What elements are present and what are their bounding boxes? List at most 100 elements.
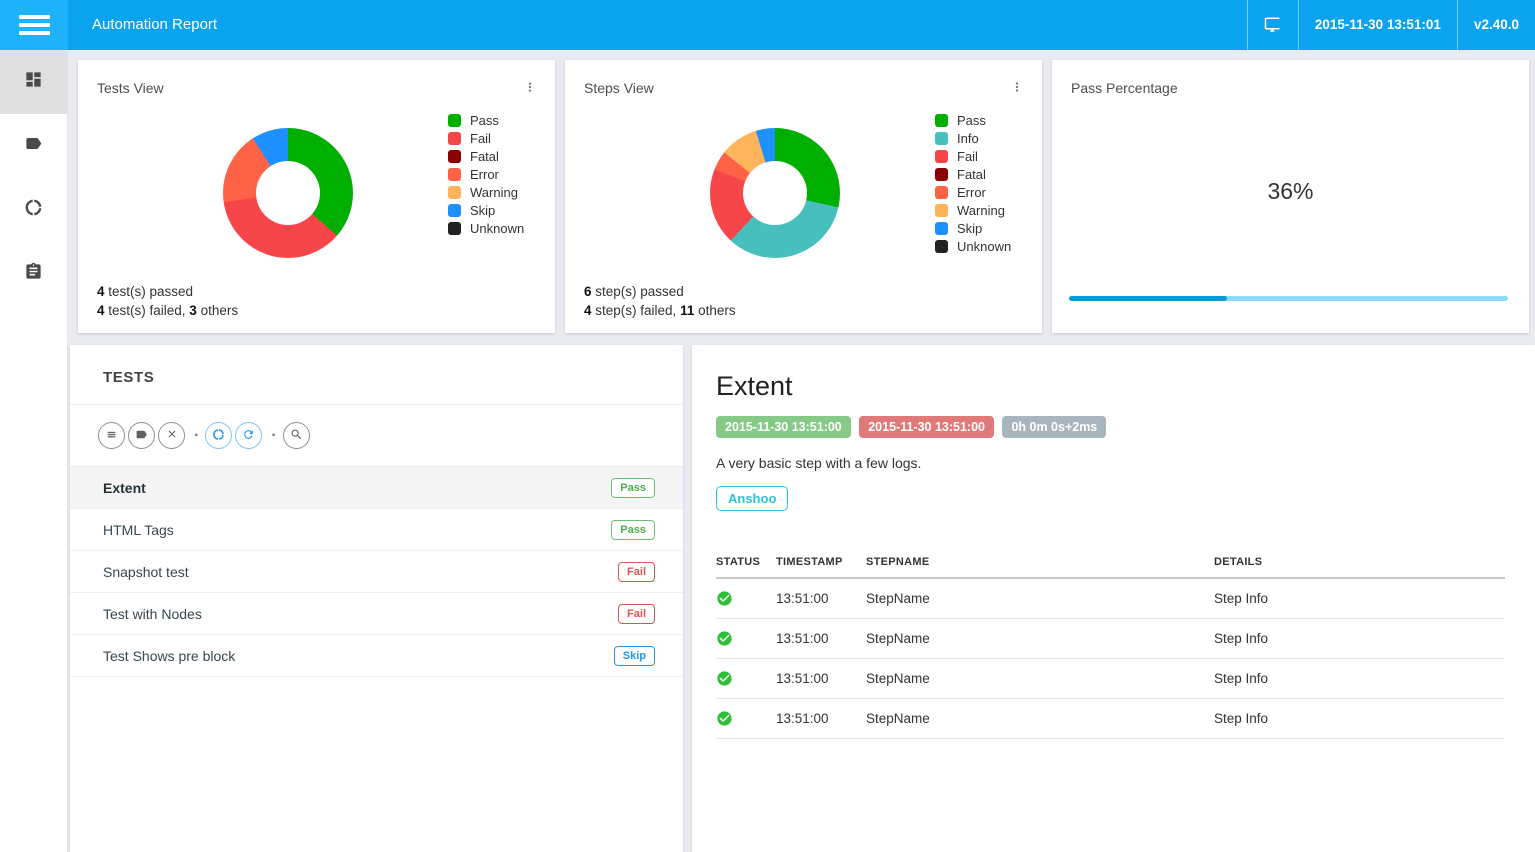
log-stepname: StepName: [866, 619, 1214, 659]
log-timestamp: 13:51:00: [776, 699, 866, 739]
legend-item: Fatal: [448, 147, 524, 165]
tests-panel-header: TESTS: [103, 369, 154, 386]
sidebar-item-categories[interactable]: [0, 114, 67, 178]
duration-badge: 0h 0m 0s+2ms: [1002, 416, 1106, 438]
refresh-button[interactable]: [235, 422, 262, 449]
log-table-row: 13:51:00StepNameStep Info: [716, 659, 1505, 699]
legend-label: Info: [957, 131, 979, 146]
legend-label: Error: [957, 185, 986, 200]
check-circle-icon: [716, 630, 733, 647]
clipboard-icon: [24, 262, 43, 286]
log-timestamp: 13:51:00: [776, 578, 866, 619]
legend-label: Pass: [470, 113, 499, 128]
log-timestamp: 13:51:00: [776, 659, 866, 699]
steps-log-table: STATUSTIMESTAMPSTEPNAMEDETAILS 13:51:00S…: [716, 548, 1505, 739]
clear-filter-button[interactable]: [158, 422, 185, 449]
search-icon: [290, 428, 303, 444]
sidebar-item-charts[interactable]: [0, 178, 67, 242]
table-header-status: STATUS: [716, 548, 776, 578]
legend-item: Fatal: [935, 165, 1011, 183]
legend-item: Skip: [935, 219, 1011, 237]
dashboard-cards-row: Tests View PassFailFatalErrorWarningSkip…: [78, 60, 1529, 333]
pass-percentage-fill: [1069, 296, 1227, 301]
legend-item: Error: [935, 183, 1011, 201]
tests-donut-chart: [223, 128, 353, 258]
legend-item: Unknown: [448, 219, 524, 237]
app-title: Automation Report: [92, 0, 217, 50]
tests-panel: TESTS · · ExtentPassHTML TagsPa: [70, 345, 683, 852]
filter-icon: [105, 428, 118, 444]
report-timestamp: 2015-11-30 13:51:01: [1298, 0, 1457, 50]
legend-swatch: [935, 168, 948, 181]
sidebar-item-tests[interactable]: [0, 242, 67, 306]
log-stepname: StepName: [866, 699, 1214, 739]
log-table-row: 13:51:00StepNameStep Info: [716, 578, 1505, 619]
log-table-row: 13:51:00StepNameStep Info: [716, 699, 1505, 739]
sidebar-item-dashboard[interactable]: [0, 50, 67, 114]
legend-item: Warning: [448, 183, 524, 201]
legend-item: Error: [448, 165, 524, 183]
log-timestamp: 13:51:00: [776, 619, 866, 659]
legend-swatch: [448, 132, 461, 145]
legend-swatch: [448, 168, 461, 181]
log-details: Step Info: [1214, 578, 1505, 619]
test-status-badge: Skip: [614, 646, 655, 666]
legend-label: Skip: [957, 221, 982, 236]
clear-icon: [166, 428, 178, 443]
legend-item: Pass: [935, 111, 1011, 129]
legend-swatch: [935, 132, 948, 145]
menu-button[interactable]: [0, 0, 68, 50]
app-bar: Automation Report 2015-11-30 13:51:01 v2…: [0, 0, 1535, 50]
log-details: Step Info: [1214, 699, 1505, 739]
kebab-menu-icon[interactable]: [519, 80, 541, 99]
steps-summary: 6 step(s) passed 4 step(s) failed, 11 ot…: [584, 282, 736, 320]
tests-toolbar: · ·: [70, 405, 683, 467]
display-mode-button[interactable]: [1247, 0, 1298, 50]
test-list: Extent Pass HTML Tags Pass Snapshot testFail…: [70, 467, 683, 677]
tests-view-title: Tests View: [97, 80, 164, 96]
test-status-badge: Pass: [611, 520, 655, 540]
test-list-item[interactable]: Extent Pass: [70, 467, 683, 509]
log-stepname: StepName: [866, 659, 1214, 699]
steps-view-title: Steps View: [584, 80, 654, 96]
test-name: Test with Nodes: [103, 606, 202, 622]
tests-legend: PassFailFatalError Warning SkipUnknown: [448, 111, 524, 237]
check-circle-icon: [716, 670, 733, 687]
legend-swatch: [935, 204, 948, 217]
check-circle-icon: [716, 710, 733, 727]
test-status-badge: Pass: [611, 478, 655, 498]
legend-swatch: [935, 186, 948, 199]
log-details: Step Info: [1214, 619, 1505, 659]
legend-label: Skip: [470, 203, 495, 218]
test-name: Extent: [103, 480, 146, 496]
legend-item: Unknown: [935, 237, 1011, 255]
category-filter-button[interactable]: [128, 422, 155, 449]
log-table-row: 13:51:00StepNameStep Info: [716, 619, 1505, 659]
test-name: HTML Tags: [103, 522, 174, 538]
test-list-item[interactable]: Snapshot testFail: [70, 551, 683, 593]
test-list-item[interactable]: Test Shows pre block Skip: [70, 635, 683, 677]
refresh-icon: [242, 428, 255, 444]
tests-view-card: Tests View PassFailFatalError Warning Skip…: [78, 60, 555, 333]
kebab-menu-icon[interactable]: [1006, 80, 1028, 99]
dashboard-toggle-icon: [212, 428, 225, 444]
test-list-item[interactable]: HTML Tags Pass: [70, 509, 683, 551]
filter-button[interactable]: [98, 422, 125, 449]
dashboard-toggle-button[interactable]: [205, 422, 232, 449]
table-header-stepname: STEPNAME: [866, 548, 1214, 578]
legend-swatch: [448, 222, 461, 235]
legend-label: Warning: [470, 185, 518, 200]
test-name: Test Shows pre block: [103, 648, 235, 664]
legend-item: Fail: [448, 129, 524, 147]
pass-percentage-title: Pass Percentage: [1071, 80, 1178, 96]
search-button[interactable]: [283, 422, 310, 449]
pass-percentage-bar: [1069, 296, 1508, 301]
category-chip[interactable]: Anshoo: [716, 486, 788, 511]
legend-item: Info: [935, 129, 1011, 147]
app-version: v2.40.0: [1457, 0, 1535, 50]
tests-summary: 4 test(s) passed 4 test(s) failed, 3 oth…: [97, 282, 238, 320]
category-icon: [135, 428, 148, 444]
label-icon: [24, 134, 43, 158]
test-list-item[interactable]: Test with NodesFail: [70, 593, 683, 635]
log-details: Step Info: [1214, 659, 1505, 699]
